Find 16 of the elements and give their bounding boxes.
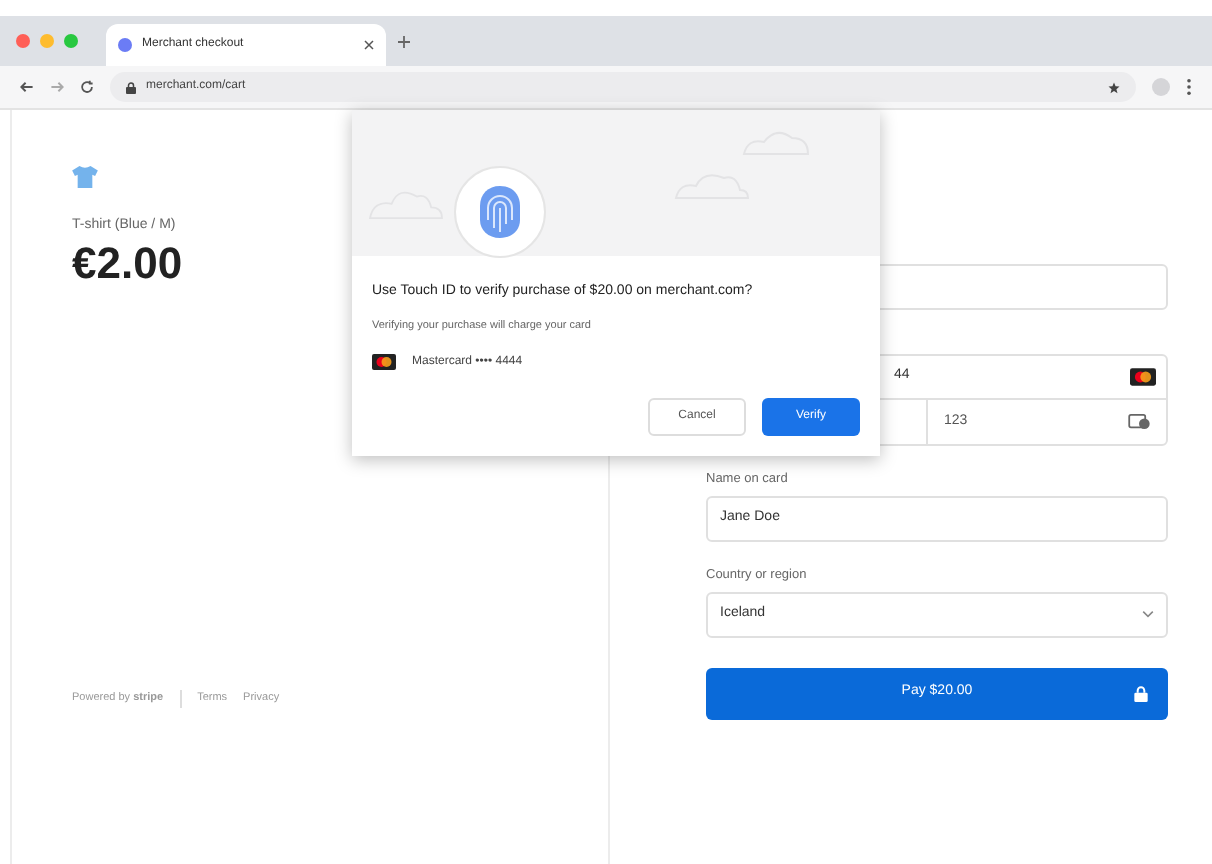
close-tab-icon[interactable] <box>364 40 374 50</box>
fingerprint-icon <box>476 184 524 240</box>
close-window-icon[interactable] <box>16 34 30 48</box>
reload-icon[interactable] <box>80 80 94 94</box>
favicon-icon <box>118 38 132 52</box>
cvc-card-icon <box>1128 414 1150 430</box>
card-brand-icon <box>1130 368 1156 386</box>
card-brand-icon <box>372 354 396 371</box>
lock-icon <box>126 81 136 93</box>
chevron-down-icon <box>1142 610 1154 618</box>
new-tab-icon[interactable] <box>398 35 410 47</box>
star-icon[interactable] <box>1108 81 1120 93</box>
lock-icon <box>1134 685 1148 701</box>
back-icon[interactable] <box>20 80 34 94</box>
menu-icon[interactable] <box>1186 78 1192 96</box>
tshirt-icon <box>72 166 98 188</box>
